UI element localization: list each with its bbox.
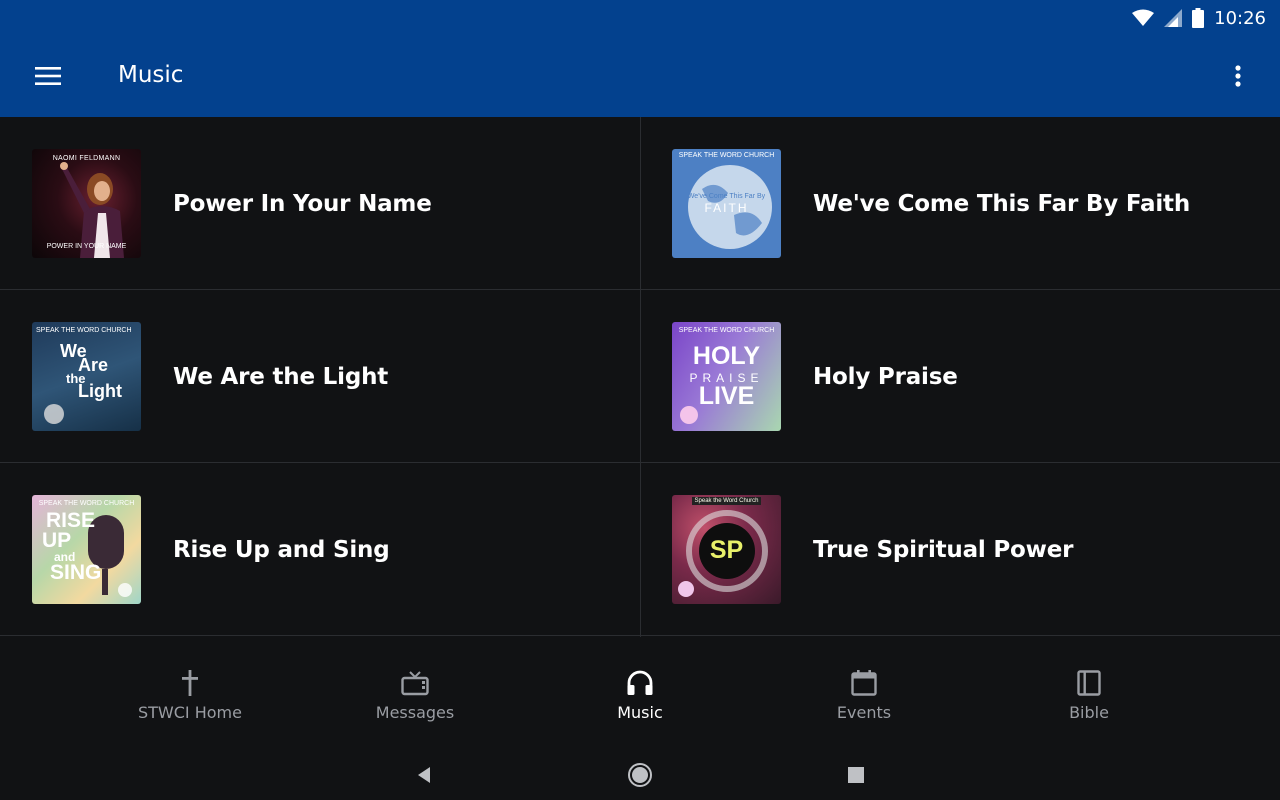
hamburger-menu-icon [35,67,61,85]
album-art-title: RISE UP and SING [42,509,102,584]
nav-item-music[interactable]: Music [560,667,720,727]
status-icons: 10:26 [1132,6,1266,30]
page-title: Music [118,62,184,88]
album-tile-weve-come-this-far-by-faith[interactable]: SPEAK THE WORD CHURCH We've Come This Fa… [640,117,1280,290]
nav-label: Messages [375,703,455,722]
album-art-title: We Are the Light [60,342,122,401]
album-title: We've Come This Far By Faith [813,190,1190,217]
album-art-text: SPEAK THE WORD CHURCH [678,327,775,334]
album-art: SPEAK THE WORD CHURCH We Are the Light [32,322,141,431]
home-circle-icon [628,763,652,787]
album-art: Speak the Word Church SP [672,495,781,604]
album-art-text: SING [50,561,102,584]
app-bar: Music [0,36,1280,117]
album-art: SPEAK THE WORD CHURCH RISE UP and SING [32,495,141,604]
album-art-text: RISE [46,509,96,532]
album-title: True Spiritual Power [813,536,1074,563]
headphones-icon [627,670,653,695]
system-navigation-bar [0,745,1280,800]
bottom-navigation: STWCI Home Messages Music Events Bible [0,637,1280,745]
cross-icon [182,670,198,696]
nav-label: Music [617,703,663,722]
tv-icon [401,671,429,696]
singer-figure [60,162,124,258]
album-title: Holy Praise [813,363,958,390]
album-art: NAOMI FELDMANN POWER IN YOUR NAME [32,149,141,258]
church-logo-icon [680,406,698,424]
wifi-icon [1132,9,1155,26]
more-vert-icon [1235,65,1241,87]
album-art-text: HOLY [692,342,761,370]
nav-label: Bible [1069,703,1109,722]
recents-square-icon [848,767,864,783]
album-art-text: Light [78,381,122,401]
overflow-menu-button[interactable] [1214,52,1262,100]
album-tile-rise-up-and-sing[interactable]: SPEAK THE WORD CHURCH RISE UP and SING R… [0,463,640,636]
church-logo-icon [44,404,64,424]
back-triangle-icon [418,767,430,783]
nav-item-bible[interactable]: Bible [1009,667,1169,727]
signal-icon [1164,9,1183,27]
album-art-text: FAITH [704,201,749,215]
calendar-icon [851,670,877,696]
system-recents-button[interactable] [836,755,876,795]
album-title: Rise Up and Sing [173,536,390,563]
album-tile-we-are-the-light[interactable]: SPEAK THE WORD CHURCH We Are the Light W… [0,290,640,463]
album-grid: NAOMI FELDMANN POWER IN YOUR NAME Power … [0,117,1280,637]
album-art-text: Are [78,355,109,375]
album-art-text: SP [709,536,744,564]
album-title: Power In Your Name [173,190,432,217]
nav-label: STWCI Home [138,703,242,722]
system-home-button[interactable] [620,755,660,795]
album-title: We Are the Light [173,363,389,390]
menu-button[interactable] [24,52,72,100]
album-art: SPEAK THE WORD CHURCH HOLY PRAISE LIVE [672,322,781,431]
church-logo-icon [118,583,132,597]
album-art-text: SPEAK THE WORD CHURCH [36,327,132,334]
album-art-text: We've Come This Far By [687,193,766,200]
battery-icon [1192,8,1205,28]
album-art-text: POWER IN YOUR NAME [46,243,127,250]
album-art: SPEAK THE WORD CHURCH We've Come This Fa… [672,149,781,258]
album-tile-true-spiritual-power[interactable]: Speak the Word Church SP True Spiritual … [640,463,1280,636]
nav-label: Events [836,703,892,722]
album-tile-power-in-your-name[interactable]: NAOMI FELDMANN POWER IN YOUR NAME Power … [0,117,640,290]
status-time: 10:26 [1214,7,1266,29]
nav-item-events[interactable]: Events [784,667,944,727]
nav-item-stwci-home[interactable]: STWCI Home [110,667,270,727]
status-bar: 10:26 [0,0,1280,36]
system-back-button[interactable] [404,755,444,795]
nav-item-messages[interactable]: Messages [335,667,495,727]
album-tile-holy-praise[interactable]: SPEAK THE WORD CHURCH HOLY PRAISE LIVE H… [640,290,1280,463]
book-icon [1077,670,1101,696]
church-logo-icon [678,581,694,597]
album-art-text: UP [42,529,72,552]
